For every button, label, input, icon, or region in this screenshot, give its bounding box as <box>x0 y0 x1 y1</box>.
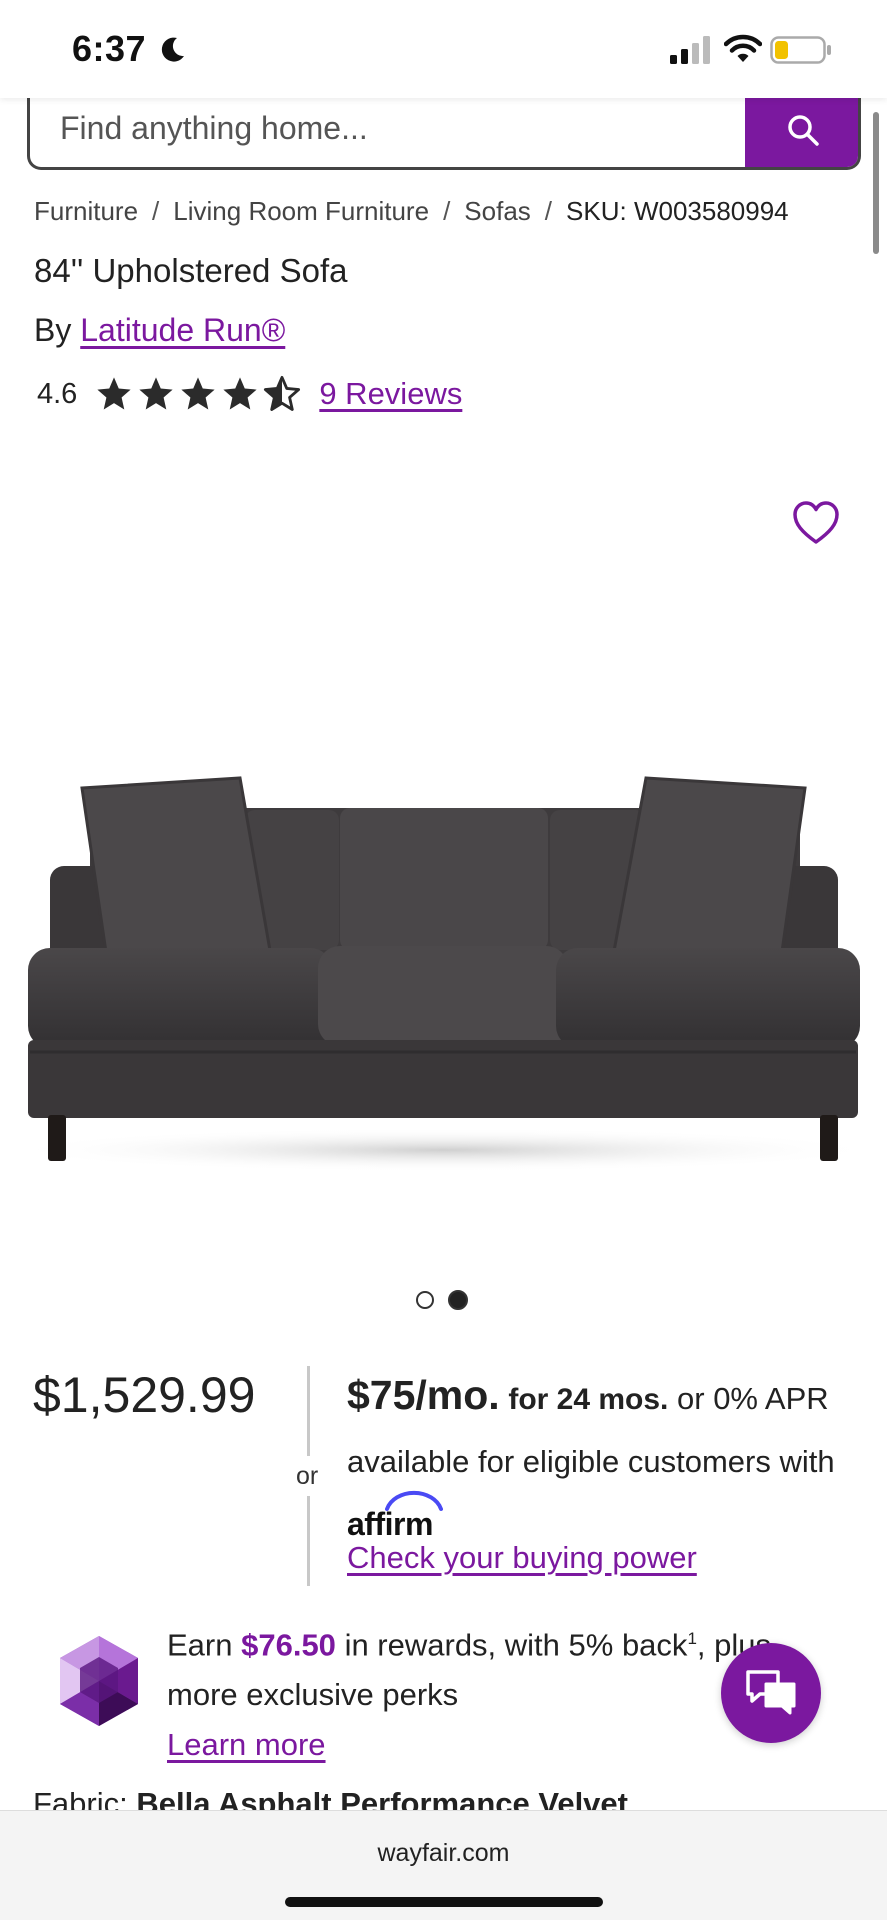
search-bar <box>27 92 861 170</box>
breadcrumb-separator: / <box>544 196 553 226</box>
browser-address-bar: wayfair.com <box>0 1810 887 1920</box>
rewards-text: in rewards, with 5% back <box>344 1627 688 1663</box>
moon-icon <box>161 37 184 62</box>
signal-icon <box>670 36 710 64</box>
rating-row: 4.6 9 Reviews <box>37 372 462 416</box>
monthly-price: $75/mo. <box>347 1372 500 1418</box>
breadcrumb-separator: / <box>443 196 451 226</box>
status-time: 6:37 <box>72 28 147 69</box>
breadcrumb-item-furniture[interactable]: Furniture <box>34 196 138 227</box>
battery-icon <box>770 36 831 64</box>
rewards-earn-prefix: Earn <box>167 1627 233 1663</box>
product-title: 84'' Upholstered Sofa <box>34 252 348 289</box>
rewards-footnote: 1 <box>687 1629 697 1648</box>
star-icon <box>97 377 131 410</box>
search-icon <box>788 114 819 146</box>
wifi-icon <box>724 34 762 62</box>
heart-icon[interactable] <box>792 500 840 546</box>
scrollbar[interactable] <box>873 112 879 254</box>
star-icon <box>223 377 257 410</box>
image-carousel-dots <box>416 1290 468 1310</box>
sku-label: SKU: W003580994 <box>566 196 789 226</box>
chat-icon <box>746 1670 796 1715</box>
reviews-link[interactable]: 9 Reviews <box>319 376 462 412</box>
brand-line: By Latitude Run® <box>34 312 285 349</box>
product-price: $1,529.99 <box>33 1367 256 1423</box>
or-label: or <box>296 1462 319 1490</box>
status-bar: 6:37 <box>0 0 887 98</box>
breadcrumb-item-sofas[interactable]: Sofas <box>464 196 531 227</box>
chat-button[interactable] <box>721 1643 821 1743</box>
by-prefix: By <box>34 312 72 348</box>
url-text[interactable]: wayfair.com <box>0 1839 887 1868</box>
star-icon <box>181 377 215 410</box>
breadcrumb-item-living-room-furniture[interactable]: Living Room Furniture <box>173 196 429 227</box>
learn-more-link[interactable]: Learn more <box>167 1727 326 1762</box>
home-indicator[interactable] <box>285 1897 603 1907</box>
search-input[interactable] <box>60 98 740 158</box>
breadcrumb: Furniture / Living Room Furniture / Sofa… <box>34 196 789 227</box>
financing-term: for 24 mos. <box>508 1383 669 1416</box>
product-image[interactable] <box>0 740 887 1180</box>
divider <box>307 1366 310 1456</box>
rewards-amount: $76.50 <box>241 1627 336 1663</box>
divider <box>307 1496 310 1586</box>
rating-value: 4.6 <box>37 377 78 410</box>
brand-link[interactable]: Latitude Run® <box>80 312 285 348</box>
star-half-icon <box>264 375 301 411</box>
search-button[interactable] <box>745 92 858 167</box>
buying-power-link[interactable]: Check your buying power <box>347 1540 697 1576</box>
financing-info: $75/mo. for 24 mos. or 0% APR available … <box>347 1364 867 1556</box>
carousel-dot-2-active[interactable] <box>448 1290 468 1310</box>
breadcrumb-separator: / <box>152 196 160 226</box>
gem-icon <box>60 1636 138 1726</box>
star-icon <box>139 377 173 410</box>
star-rating <box>95 375 301 413</box>
affirm-arc-icon <box>385 1490 443 1511</box>
carousel-dot-1[interactable] <box>416 1291 434 1309</box>
